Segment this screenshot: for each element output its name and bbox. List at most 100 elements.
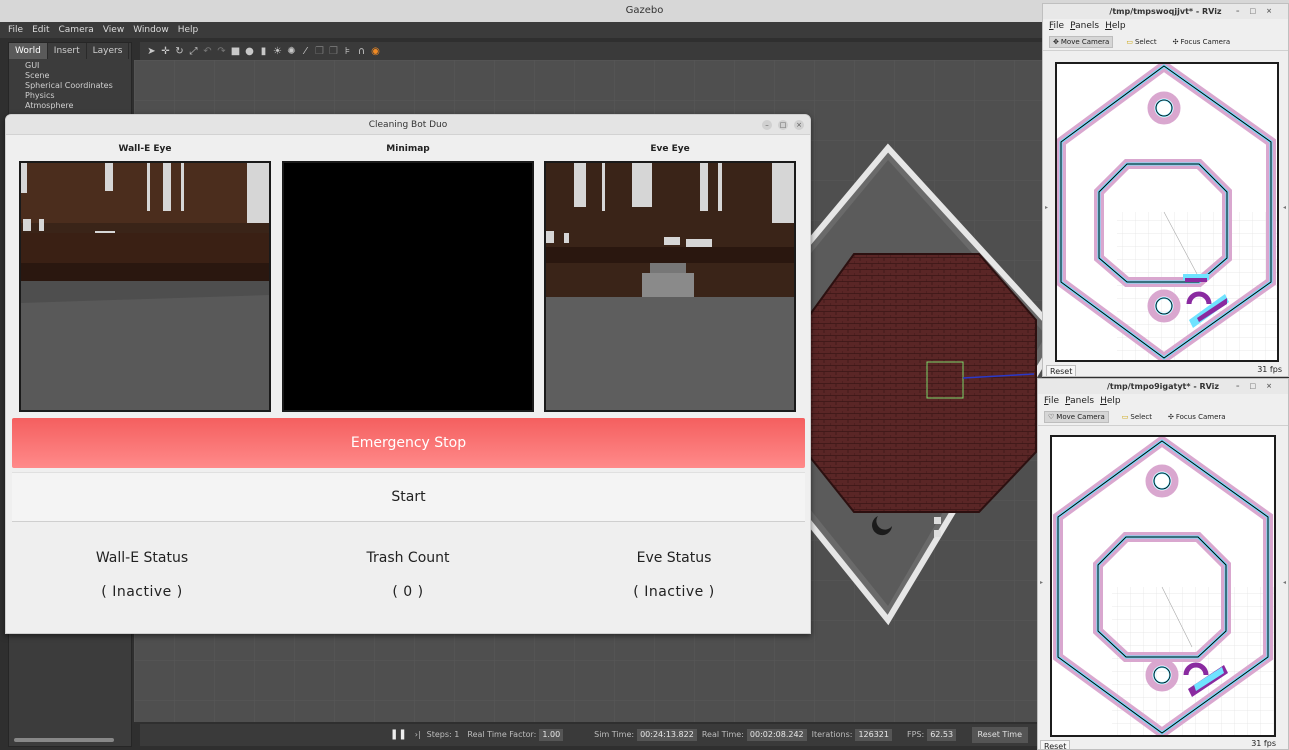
rviz-bottom-menu-help[interactable]: Help bbox=[1100, 394, 1121, 409]
menu-camera[interactable]: Camera bbox=[59, 22, 94, 38]
rviz-bottom-menu-file[interactable]: File bbox=[1044, 394, 1059, 409]
menu-file[interactable]: File bbox=[8, 22, 23, 38]
rviz-top-menu-panels[interactable]: Panels bbox=[1070, 19, 1099, 34]
wall-e-camera-view bbox=[19, 161, 271, 412]
eve-camera-image bbox=[546, 163, 794, 410]
sphere-icon[interactable]: ● bbox=[244, 46, 255, 57]
rviz-window-bottom: /tmp/tmpo9igatyt* - RViz –□× File Panels… bbox=[1037, 378, 1289, 750]
rviz-bottom-fps: 31 fps bbox=[1251, 739, 1276, 748]
rviz-top-move-camera-label: Move Camera bbox=[1060, 38, 1110, 46]
spot-light-icon[interactable]: ✺ bbox=[286, 46, 297, 57]
rviz-bottom-window-buttons[interactable]: –□× bbox=[1236, 379, 1282, 394]
wall-e-status-label: Wall-E Status bbox=[95, 550, 189, 566]
maximize-icon[interactable]: □ bbox=[778, 120, 788, 130]
rviz-top-titlebar: /tmp/tmpswoqjjvt* - RViz –□× bbox=[1043, 4, 1288, 19]
rviz-top-reset-button[interactable]: Reset bbox=[1046, 365, 1077, 376]
trash-count-value: ( 0 ) bbox=[392, 584, 424, 600]
iterations-label: Iterations: bbox=[811, 730, 853, 739]
minimap-label: Minimap bbox=[386, 144, 430, 154]
rviz-top-title: /tmp/tmpswoqjjvt* - RViz bbox=[1109, 7, 1222, 16]
tab-layers[interactable]: Layers bbox=[87, 43, 130, 59]
snap-icon[interactable]: ∩ bbox=[356, 46, 367, 57]
rviz-bottom-3d-view[interactable] bbox=[1050, 435, 1276, 737]
rviz-top-focus-camera-tool[interactable]: ✣ Focus Camera bbox=[1170, 37, 1234, 47]
eve-status-value: ( Inactive ) bbox=[633, 584, 715, 600]
cbd-title: Cleaning Bot Duo bbox=[368, 120, 448, 130]
tree-item-gui[interactable]: GUI bbox=[25, 61, 131, 71]
rviz-bottom-menu-panels[interactable]: Panels bbox=[1065, 394, 1094, 409]
rviz-top-right-dock-arrow[interactable]: ◂ bbox=[1283, 204, 1286, 211]
redo-icon[interactable]: ↷ bbox=[216, 46, 227, 57]
minimap-view bbox=[282, 161, 534, 412]
undo-icon[interactable]: ↶ bbox=[202, 46, 213, 57]
emergency-stop-button[interactable]: Emergency Stop bbox=[12, 418, 805, 468]
rviz-bottom-move-camera-label: Move Camera bbox=[1056, 413, 1105, 421]
tab-world[interactable]: World bbox=[9, 43, 48, 59]
real-time-value: 00:02:08.242 bbox=[746, 729, 807, 741]
minimize-icon[interactable]: – bbox=[762, 120, 772, 130]
paste-icon[interactable]: ❐ bbox=[328, 46, 339, 57]
move-camera-icon: ♡ bbox=[1048, 413, 1055, 421]
wall-e-camera-image bbox=[21, 163, 269, 410]
eve-eye-label: Eve Eye bbox=[650, 144, 690, 154]
align-icon[interactable]: ⊧ bbox=[342, 46, 353, 57]
cleaning-bot-duo-window: Cleaning Bot Duo – □ × Wall-E Eye Minima… bbox=[5, 114, 811, 634]
tree-item-scene[interactable]: Scene bbox=[25, 71, 131, 81]
rtf-value: 1.00 bbox=[539, 729, 564, 741]
step-icon[interactable]: ›| bbox=[415, 724, 421, 746]
rviz-bottom-menubar: File Panels Help bbox=[1038, 394, 1288, 409]
gazebo-toolbar: ➤ ✛ ↻ ⤢ ↶ ↷ ■ ● ▮ ☀ ✺ ⁄ ❐ ❐ ⊧ ∩ ◉ bbox=[140, 42, 1042, 60]
gazebo-menubar: File Edit Camera View Window Help bbox=[0, 22, 1042, 38]
start-button[interactable]: Start bbox=[12, 472, 805, 522]
rviz-window-top: /tmp/tmpswoqjjvt* - RViz –□× File Panels… bbox=[1042, 3, 1289, 377]
rviz-bottom-focus-camera-label: Focus Camera bbox=[1175, 413, 1226, 421]
left-panel-scrollbar[interactable] bbox=[14, 738, 114, 742]
rviz-top-window-buttons[interactable]: –□× bbox=[1236, 4, 1282, 19]
rviz-bottom-move-camera-tool[interactable]: ♡ Move Camera bbox=[1044, 411, 1109, 423]
select-arrow-icon[interactable]: ➤ bbox=[146, 46, 157, 57]
cylinder-icon[interactable]: ▮ bbox=[258, 46, 269, 57]
focus-camera-icon: ✣ bbox=[1172, 38, 1179, 46]
rviz-top-select-tool[interactable]: ▭ Select bbox=[1123, 37, 1159, 47]
rviz-top-menu-file[interactable]: File bbox=[1049, 19, 1064, 34]
rviz-bottom-reset-button[interactable]: Reset bbox=[1040, 740, 1071, 749]
point-light-icon[interactable]: ☀ bbox=[272, 46, 283, 57]
tab-insert[interactable]: Insert bbox=[48, 43, 87, 59]
move-camera-icon: ✥ bbox=[1053, 38, 1059, 46]
menu-edit[interactable]: Edit bbox=[32, 22, 49, 38]
rviz-top-focus-camera-label: Focus Camera bbox=[1180, 38, 1231, 46]
box-icon[interactable]: ■ bbox=[230, 46, 241, 57]
rviz-top-menu-help[interactable]: Help bbox=[1105, 19, 1126, 34]
rviz-top-left-dock-arrow[interactable]: ▸ bbox=[1045, 204, 1048, 211]
rviz-bottom-select-tool[interactable]: ▭ Select bbox=[1119, 412, 1155, 422]
eve-camera-view bbox=[544, 161, 796, 412]
wall-e-eye-label: Wall-E Eye bbox=[118, 144, 172, 154]
pause-icon[interactable]: ❚❚ bbox=[390, 724, 407, 746]
rviz-top-3d-view[interactable] bbox=[1055, 62, 1279, 362]
tree-item-spherical-coordinates[interactable]: Spherical Coordinates bbox=[25, 81, 131, 91]
rviz-bottom-title: /tmp/tmpo9igatyt* - RViz bbox=[1106, 382, 1220, 391]
close-icon[interactable]: × bbox=[794, 120, 804, 130]
reset-time-button[interactable]: Reset Time bbox=[971, 727, 1028, 743]
menu-help[interactable]: Help bbox=[178, 22, 199, 38]
directional-light-icon[interactable]: ⁄ bbox=[300, 46, 311, 57]
change-view-icon[interactable]: ◉ bbox=[370, 46, 381, 57]
tree-item-atmosphere[interactable]: Atmosphere bbox=[25, 101, 131, 111]
menu-window[interactable]: Window bbox=[133, 22, 169, 38]
sim-time-value: 00:24:13.822 bbox=[637, 729, 697, 741]
copy-icon[interactable]: ❐ bbox=[314, 46, 325, 57]
steps-label[interactable]: Steps: 1 bbox=[427, 724, 460, 746]
translate-icon[interactable]: ✛ bbox=[160, 46, 171, 57]
tree-item-physics[interactable]: Physics bbox=[25, 91, 131, 101]
scale-icon[interactable]: ⤢ bbox=[188, 46, 199, 57]
rviz-bottom-left-dock-arrow[interactable]: ▸ bbox=[1040, 579, 1043, 586]
rviz-top-fps: 31 fps bbox=[1257, 365, 1282, 374]
rotate-icon[interactable]: ↻ bbox=[174, 46, 185, 57]
rviz-bottom-select-label: Select bbox=[1130, 413, 1152, 421]
fps-value: 62.53 bbox=[927, 729, 957, 741]
rtf-label: Real Time Factor: bbox=[467, 730, 537, 739]
menu-view[interactable]: View bbox=[103, 22, 124, 38]
rviz-top-move-camera-tool[interactable]: ✥ Move Camera bbox=[1049, 36, 1114, 48]
rviz-bottom-focus-camera-tool[interactable]: ✣ Focus Camera bbox=[1165, 412, 1229, 422]
rviz-bottom-right-dock-arrow[interactable]: ◂ bbox=[1283, 579, 1286, 586]
